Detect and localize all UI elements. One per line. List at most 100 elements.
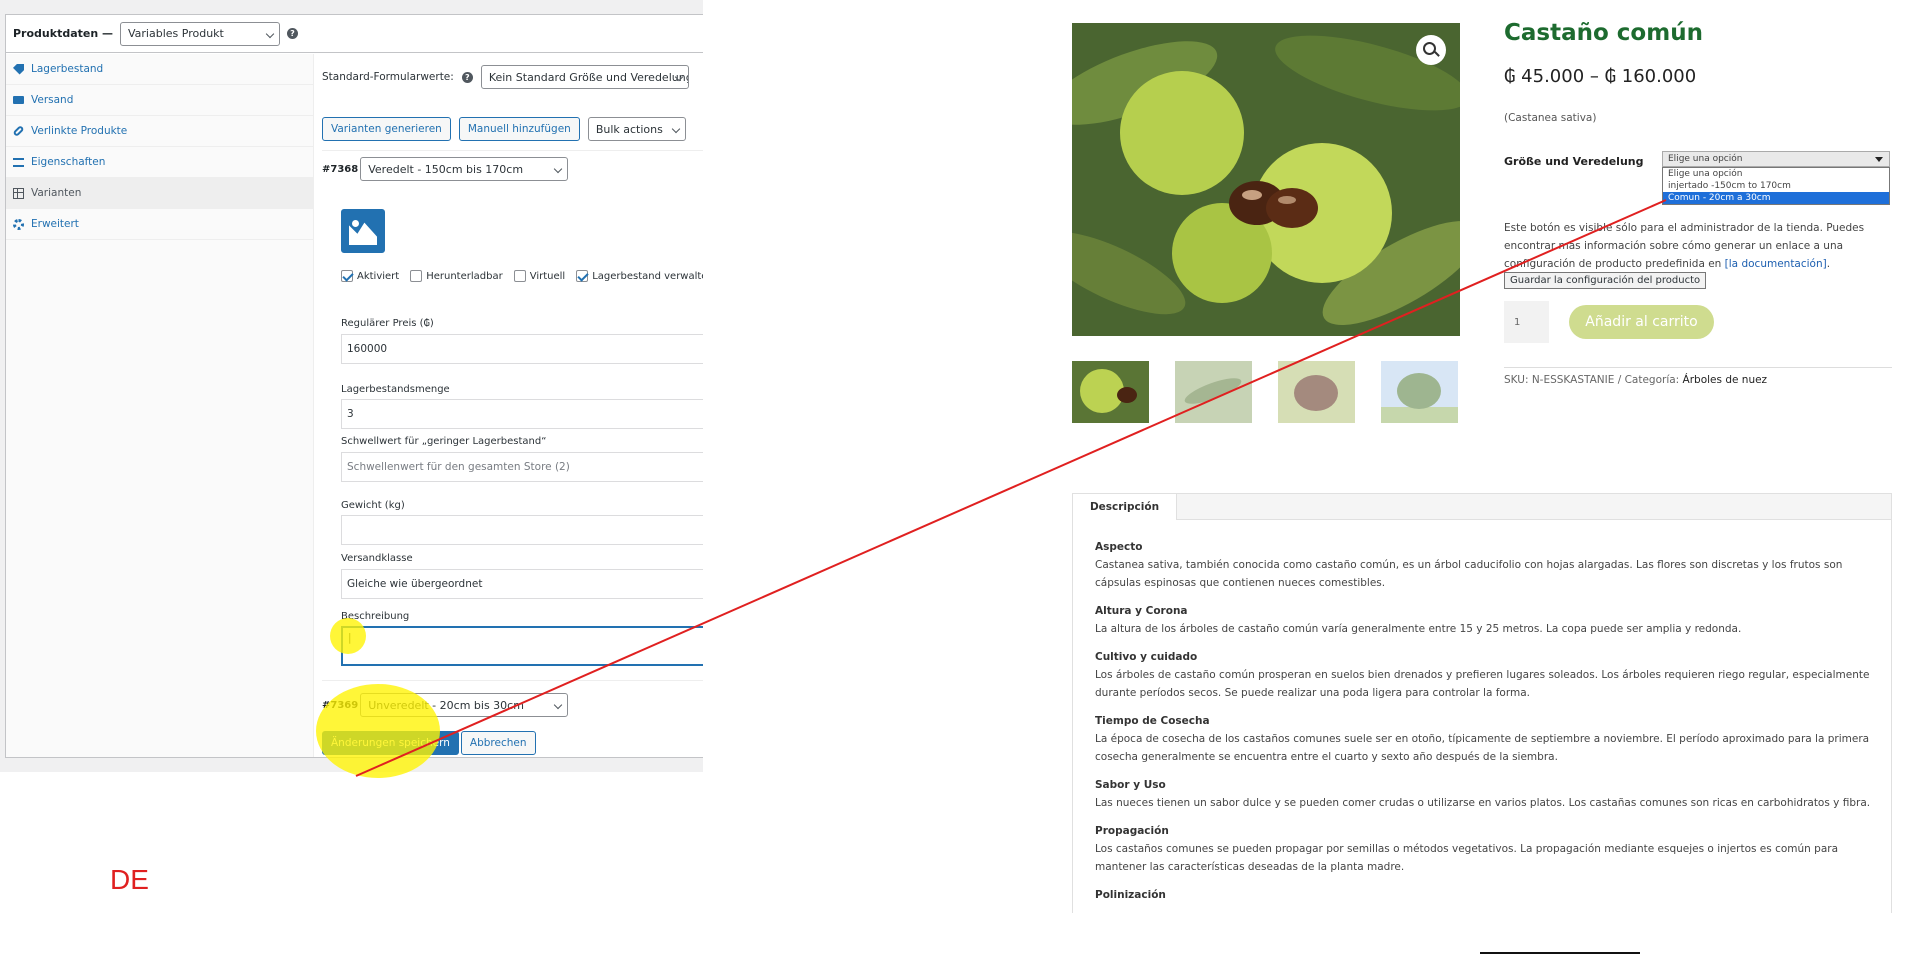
chevron-down-icon (553, 700, 563, 710)
option-item[interactable]: injertado -150cm to 170cm (1663, 180, 1889, 192)
weight-label: Gewicht (kg) (341, 500, 405, 511)
variation-options-list: Elige una opción injertado -150cm to 170… (1662, 167, 1890, 205)
thumbnail-burr-image (1072, 361, 1149, 423)
variation-7368-select[interactable]: Veredelt - 150cm bis 170cm (360, 157, 569, 181)
truck-icon (13, 96, 24, 104)
section-text: Los árboles de castaño común prosperan e… (1095, 669, 1870, 699)
checkbox-label: Lagerbestand verwalten? (592, 270, 703, 282)
thumbnail-1[interactable] (1072, 361, 1149, 423)
bulk-actions-select[interactable]: Bulk actions (587, 117, 686, 141)
divider (1480, 952, 1640, 954)
section-altura: Altura y Corona La altura de los árboles … (1095, 602, 1875, 638)
checkbox-herunterladbar[interactable]: Herunterladbar (410, 270, 503, 282)
variation-image-placeholder[interactable] (341, 209, 385, 253)
section-heading: Sabor y Uso (1095, 779, 1166, 791)
section-heading: Cultivo y cuidado (1095, 651, 1198, 663)
checkbox-box (410, 270, 423, 282)
latin-name: (Castanea sativa) (1504, 112, 1597, 124)
section-propagacion: Propagación Los castaños comunes se puede… (1095, 822, 1875, 876)
help-icon[interactable]: ? (287, 28, 298, 39)
chevron-down-icon (1875, 157, 1883, 162)
tab-erweitert[interactable]: Erweitert (6, 209, 313, 240)
divider (322, 150, 703, 151)
add-to-cart-button[interactable]: Añadir al carrito (1569, 305, 1714, 339)
section-text: La época de cosecha de los castaños comu… (1095, 733, 1870, 763)
defaults-value: Kein Standard Größe und Veredelung... (488, 70, 689, 84)
link-icon (12, 124, 25, 138)
stock-label: Lagerbestandsmenge (341, 384, 450, 395)
checkbox-lagerbestand-verwalten[interactable]: Lagerbestand verwalten? (576, 270, 703, 282)
quantity-input[interactable]: 1 (1504, 301, 1549, 343)
product-data-tabs: Lagerbestand Versand Verlinkte Produkte … (6, 54, 314, 757)
tab-verlinkte-produkte[interactable]: Verlinkte Produkte (6, 116, 313, 147)
tab-lagerbestand[interactable]: Lagerbestand (6, 54, 313, 85)
cancel-button[interactable]: Abbrechen (460, 731, 536, 755)
thumbnail-nut-image (1278, 361, 1355, 423)
category-link[interactable]: Árboles de nuez (1683, 374, 1768, 386)
tab-eigenschaften[interactable]: Eigenschaften (6, 147, 313, 178)
product-data-header: Produktdaten — Variables Produkt ? (6, 15, 703, 53)
checkbox-virtuell[interactable]: Virtuell (513, 270, 566, 282)
product-type-value: Variables Produkt (128, 27, 224, 40)
divider (1504, 367, 1892, 368)
thumbnail-tree-image (1381, 361, 1458, 423)
section-sabor: Sabor y Uso Las nueces tienen un sabor du… (1095, 776, 1875, 812)
variation-actions-row: Varianten generieren Manuell hinzufügen … (322, 117, 686, 141)
zoom-icon[interactable] (1416, 35, 1446, 65)
product-title: Castaño común (1504, 20, 1703, 46)
description-panel: Descripción Aspecto Castanea sativa, tamb… (1072, 493, 1892, 913)
description-textarea[interactable]: | (341, 626, 703, 666)
product-price: ₲ 45.000 – ₲ 160.000 (1504, 66, 1697, 87)
low-stock-input[interactable]: Schwellenwert für den gesamten Store (2) (341, 452, 703, 482)
thumbnail-3[interactable] (1278, 361, 1355, 423)
section-polinizacion: Polinización (1095, 886, 1875, 904)
add-manually-button[interactable]: Manuell hinzufügen (458, 117, 580, 141)
tab-description[interactable]: Descripción (1073, 494, 1177, 520)
highlight-variation-7369 (316, 684, 440, 778)
tab-bar (1177, 494, 1891, 520)
documentation-link[interactable]: [la documentación] (1725, 258, 1827, 270)
shipping-class-label: Versandklasse (341, 553, 413, 564)
default-values-select[interactable]: Kein Standard Größe und Veredelung... (480, 65, 689, 89)
checkbox-label: Herunterladbar (426, 270, 503, 282)
thumbnail-leaves-image (1175, 361, 1252, 423)
product-data-label: Produktdaten — (13, 27, 113, 40)
variation-7368-header[interactable]: #7368 Veredelt - 150cm bis 170cm (322, 157, 569, 181)
tab-label: Versand (31, 94, 74, 106)
default-form-values-row: Standard-Formularwerte: ? Kein Standard … (322, 65, 689, 89)
main-product-image[interactable] (1072, 23, 1460, 336)
section-heading: Aspecto (1095, 541, 1143, 553)
help-icon[interactable]: ? (461, 71, 473, 83)
section-aspecto: Aspecto Castanea sativa, también conocida… (1095, 538, 1875, 592)
variation-select[interactable]: Elige una opción (1662, 151, 1890, 167)
weight-input[interactable] (341, 515, 703, 545)
variation-checkboxes: Aktiviert Herunterladbar Virtuell Lagerb… (341, 270, 703, 282)
option-item-selected[interactable]: Comun - 20cm a 30cm (1663, 192, 1889, 204)
option-item[interactable]: Elige una opción (1663, 168, 1889, 180)
product-type-select[interactable]: Variables Produkt (120, 21, 280, 46)
section-heading: Tiempo de Cosecha (1095, 715, 1210, 727)
checkbox-aktiviert[interactable]: Aktiviert (341, 270, 399, 282)
checkbox-label: Virtuell (529, 270, 566, 282)
thumbnail-2[interactable] (1175, 361, 1252, 423)
regular-price-input[interactable]: 160000 (341, 334, 703, 364)
admin-screenshot: Produktdaten — Variables Produkt ? Lager… (0, 0, 703, 772)
price-label: Regulärer Preis (₲) (341, 318, 434, 329)
tab-varianten[interactable]: Varianten (6, 178, 313, 209)
save-configuration-button[interactable]: Guardar la configuración del producto (1504, 272, 1707, 289)
generate-variations-button[interactable]: Varianten generieren (322, 117, 451, 141)
chevron-down-icon (553, 164, 563, 174)
chestnut-photo (1072, 23, 1460, 336)
option-label: Größe und Veredelung (1504, 155, 1644, 168)
shipping-class-select[interactable]: Gleiche wie übergeordnet (341, 569, 703, 599)
variations-content: Standard-Formularwerte: ? Kein Standard … (322, 54, 703, 757)
tab-label: Verlinkte Produkte (31, 125, 128, 137)
sku-text: SKU: N-ESSKASTANIE / Categoría: (1504, 374, 1683, 386)
section-text: Castanea sativa, también conocida como c… (1095, 559, 1843, 589)
stock-quantity-input[interactable]: 3 (341, 399, 703, 429)
tab-versand[interactable]: Versand (6, 85, 313, 116)
section-heading: Polinización (1095, 889, 1166, 901)
thumbnail-4[interactable] (1381, 361, 1458, 423)
tab-label: Varianten (31, 187, 82, 199)
section-text: La altura de los árboles de castaño comú… (1095, 623, 1742, 635)
